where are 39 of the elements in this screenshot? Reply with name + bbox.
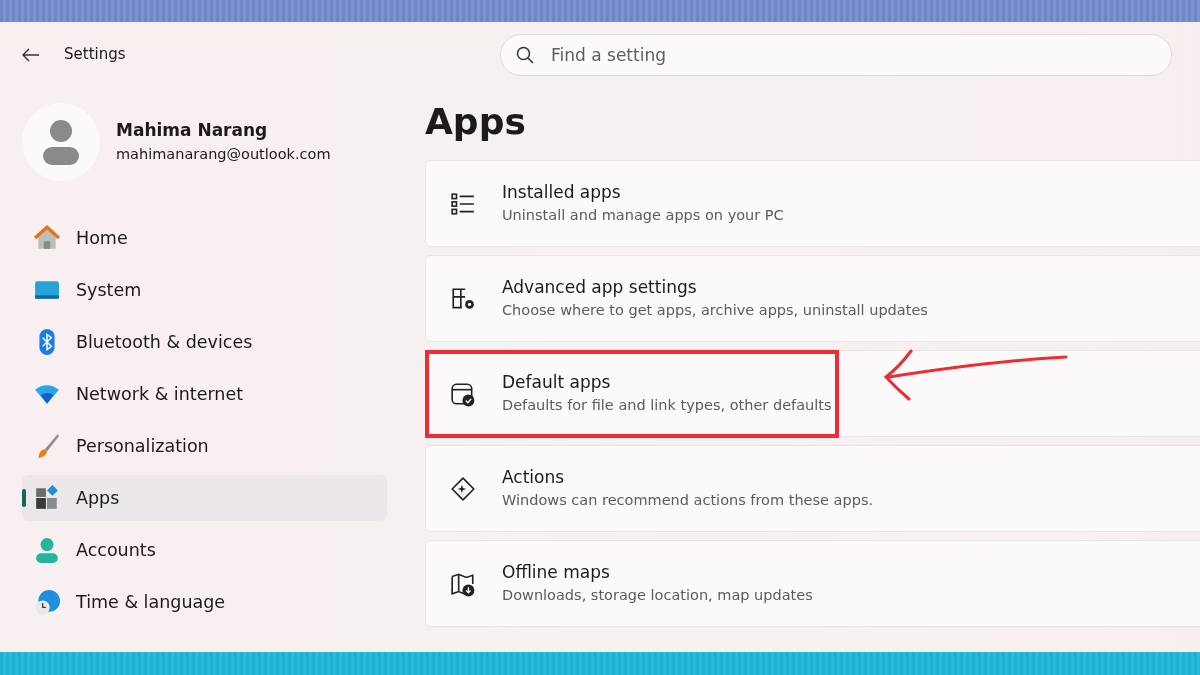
list-icon	[450, 190, 476, 217]
sidebar-item[interactable]: Apps	[22, 475, 387, 521]
card-description: Uninstall and manage apps on your PC	[502, 206, 784, 226]
sidebar-item[interactable]: Home	[22, 215, 387, 261]
sidebar-item[interactable]: Bluetooth & devices	[22, 319, 387, 365]
settings-card[interactable]: Default apps Defaults for file and link types, other defaults	[425, 350, 1200, 437]
card-title: Default apps	[502, 370, 612, 394]
map-icon	[450, 570, 476, 597]
sidebar-item[interactable]: Personalization	[22, 423, 387, 469]
sidebar-item[interactable]: Accounts	[22, 527, 387, 573]
card-description: Defaults for file and link types, other defaults	[502, 396, 832, 416]
selection-indicator	[22, 489, 26, 507]
sparkle-diamond-icon	[450, 475, 476, 502]
settings-card[interactable]: Offline maps Downloads, storage location, map updates	[425, 540, 1200, 627]
page-title: Apps	[425, 100, 527, 144]
card-description: Choose where to get apps, archive apps, uninstall updates	[502, 301, 928, 321]
card-title: Actions	[502, 465, 566, 489]
window-title: Settings	[64, 44, 126, 66]
card-title: Offline maps	[502, 560, 611, 584]
window-gear-icon	[450, 285, 476, 312]
card-description: Windows can recommend actions from these apps.	[502, 491, 874, 511]
search-field[interactable]: Find a setting	[500, 33, 1172, 76]
card-description: Downloads, storage location, map updates	[502, 586, 813, 606]
back-icon[interactable]	[22, 47, 40, 62]
user-name: Mahima Narang	[116, 119, 269, 143]
sidebar-item[interactable]: System	[22, 267, 387, 313]
settings-card[interactable]: Installed apps Uninstall and manage apps on your PC	[425, 160, 1200, 247]
card-title: Advanced app settings	[502, 275, 698, 299]
apps-icon	[34, 485, 60, 511]
window-check-icon	[450, 380, 476, 407]
settings-card[interactable]: Advanced app settings Choose where to get apps, archive apps, uninstall updates	[425, 255, 1200, 342]
sidebar-item[interactable]: Time & language	[22, 579, 387, 625]
sidebar-item[interactable]: Network & internet	[22, 371, 387, 417]
user-email: mahimanarang@outlook.com	[116, 144, 331, 164]
globe-clock-icon	[34, 589, 60, 615]
house-icon	[34, 225, 60, 251]
settings-card[interactable]: Actions Windows can recommend actions from these apps.	[425, 445, 1200, 532]
person-icon	[34, 537, 60, 563]
card-title: Installed apps	[502, 180, 622, 204]
